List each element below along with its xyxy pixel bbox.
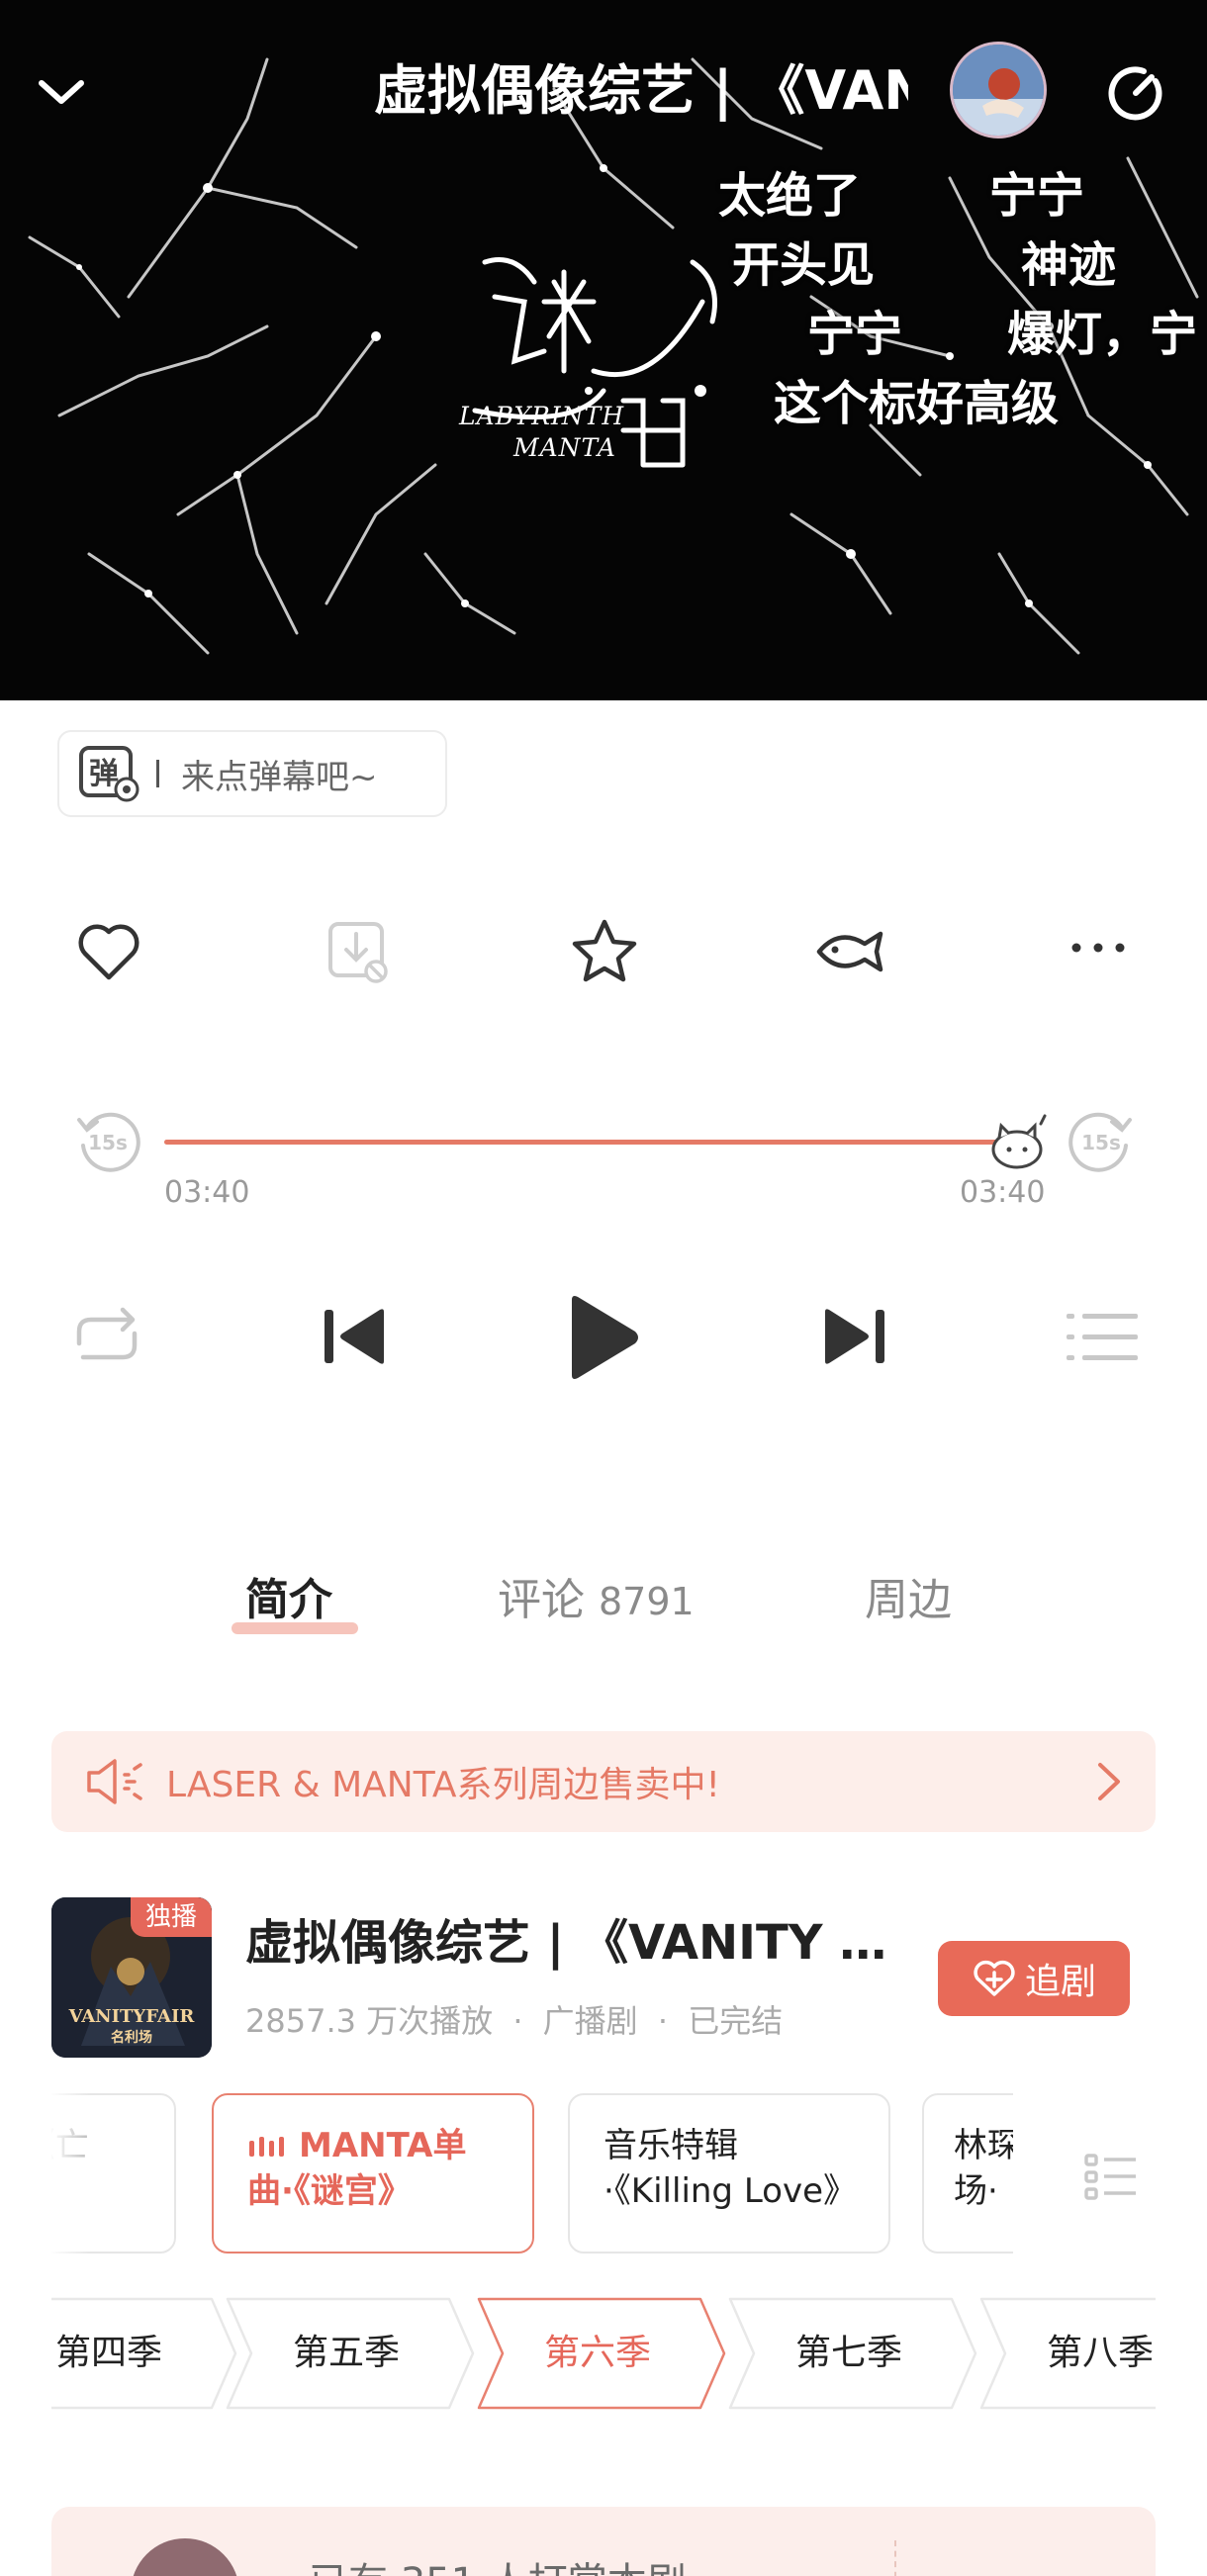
skip-back-15s-button[interactable]: 15s: [73, 1106, 142, 1175]
speaker-icon: [87, 1759, 142, 1804]
exclusive-badge: 独播: [131, 1897, 212, 1937]
drama-meta: 2857.3 万次播放 · 广播剧 · 已完结: [245, 1996, 783, 2042]
episode-list-icon[interactable]: [1084, 2153, 1138, 2202]
svg-text:弹: 弹: [89, 757, 119, 791]
supporter-avatar: [131, 2538, 239, 2576]
merch-banner[interactable]: LASER & MANTA系列周边售卖中!: [51, 1731, 1156, 1832]
tip-supporters-card[interactable]: 已有 351 人打赏本剧: [51, 2507, 1156, 2576]
season-tab[interactable]: 第八季: [979, 2297, 1156, 2410]
meta-separator: ·: [657, 2002, 669, 2040]
cursor-divider: [156, 760, 159, 787]
tab-comments[interactable]: 评论 8791: [498, 1571, 695, 1631]
video-cover[interactable]: 虚拟偶像综艺 | 《VANITY FAIR名利场》 LABYRINTH MANT…: [0, 0, 1207, 700]
drama-cover[interactable]: 独播 VANITYFAIR 名利场: [51, 1897, 212, 2058]
chevron-right-icon: [1098, 1763, 1120, 1800]
skip-back-label: 15s: [88, 1131, 128, 1154]
danmaku-bullet: 太绝了: [718, 168, 862, 224]
fast-forward-icon: 15s: [1068, 1112, 1132, 1172]
season-tab[interactable]: 第七季: [728, 2297, 981, 2410]
episode-item[interactable]: 林琛 场·: [922, 2093, 1013, 2254]
episode-label-line1: MANTA单: [247, 2123, 503, 2168]
tip-count-text: 已有 351 人打赏本剧: [309, 2550, 687, 2576]
season-tab[interactable]: 第四季: [51, 2297, 241, 2410]
danmaku-bullet: 宁宁: [989, 168, 1085, 224]
episode-label-line2: 曲·《谜宫》: [247, 2171, 412, 2211]
danmaku-bullet: 这个标好高级: [774, 376, 1060, 431]
skip-forward-15s-button[interactable]: 15s: [1067, 1106, 1136, 1175]
danmaku-bullet: 宁宁: [807, 307, 903, 362]
drama-category: 广播剧: [542, 2002, 638, 2040]
season-label: 第五季: [292, 2333, 400, 2373]
heart-icon[interactable]: [71, 914, 146, 989]
divider: [894, 2540, 896, 2576]
sleep-timer-icon[interactable]: [1104, 61, 1167, 125]
now-playing-bars-icon: [249, 2136, 284, 2157]
merch-banner-text: LASER & MANTA系列周边售卖中!: [166, 1765, 720, 1805]
tab-merch[interactable]: 周边: [865, 1571, 952, 1630]
meta-separator: ·: [512, 2002, 523, 2040]
danmaku-bullet: 开头见: [732, 237, 876, 293]
more-icon[interactable]: [1061, 914, 1136, 989]
play-icon[interactable]: [564, 1292, 643, 1383]
danmaku-bullet: 爆灯，宁: [1007, 307, 1198, 362]
progress-thumb-cat-icon[interactable]: [987, 1112, 1051, 1171]
drama-title[interactable]: 虚拟偶像综艺 | 《VANITY FAIR名利场》: [245, 1913, 898, 1973]
danmaku-placeholder: 来点弹幕吧~: [181, 757, 378, 797]
page-title: 虚拟偶像综艺 | 《VANITY FAIR名利场》: [374, 59, 908, 122]
season-label: 第七季: [794, 2333, 902, 2373]
follow-drama-button[interactable]: 追剧: [938, 1941, 1130, 2016]
follow-label: 追剧: [1024, 1962, 1096, 2002]
episode-label-line2: 场·: [954, 2171, 998, 2211]
season-tab-active[interactable]: 第六季: [477, 2297, 730, 2410]
previous-icon[interactable]: [319, 1304, 394, 1369]
tab-intro[interactable]: 简介: [245, 1571, 332, 1630]
episode-label-line1: 林琛: [954, 2126, 1013, 2165]
episode-item[interactable]: 音乐特辑 ·《Killing Love》: [568, 2093, 890, 2254]
current-time: 03:40: [164, 1175, 250, 1210]
episode-list[interactable]: ·《亡 MANTA单 曲·《谜宫》 音乐特辑 ·《Killing Love》 林…: [51, 2093, 1013, 2257]
repeat-icon[interactable]: [69, 1304, 144, 1369]
episode-title-part1: MANTA单: [299, 2126, 467, 2165]
skip-forward-label: 15s: [1081, 1131, 1121, 1154]
drama-status: 已完结: [688, 2002, 784, 2040]
playlist-icon[interactable]: [1065, 1310, 1140, 1365]
star-icon[interactable]: [567, 914, 642, 989]
download-disabled-icon[interactable]: [321, 914, 396, 989]
episode-item-active[interactable]: MANTA单 曲·《谜宫》: [212, 2093, 534, 2254]
episode-label-line1: 音乐特辑: [604, 2126, 738, 2165]
next-icon[interactable]: [815, 1304, 890, 1369]
danmaku-settings-icon[interactable]: 弹: [77, 744, 142, 803]
season-label: 第四季: [54, 2333, 162, 2373]
comment-count: 8791: [599, 1580, 695, 1623]
chevron-down-icon[interactable]: [30, 59, 93, 123]
logo-latin-line-2: MANTA: [513, 433, 616, 462]
total-time: 03:40: [960, 1175, 1046, 1210]
season-label: 第八季: [1046, 2333, 1154, 2373]
cover-title-cn: 名利场: [111, 2030, 152, 2046]
season-label: 第六季: [543, 2333, 651, 2373]
logo-latin-text: LABYRINTH MANTA: [459, 401, 624, 464]
rewind-icon: 15s: [77, 1112, 140, 1172]
danmaku-input[interactable]: 弹 来点弹幕吧~: [57, 730, 447, 817]
season-selector[interactable]: 第四季 第五季 第六季 第七季 第八季: [51, 2297, 1156, 2410]
logo-latin-line-1: LABYRINTH: [459, 402, 625, 430]
heart-plus-icon: [974, 1960, 1015, 1996]
episode-label-line2: ·《Killing Love》: [604, 2171, 858, 2211]
cover-title-text: VANITYFAIR 名利场: [51, 2006, 212, 2047]
cover-title-latin: VANITYFAIR: [68, 2006, 195, 2027]
avatar[interactable]: [950, 42, 1047, 138]
season-tab[interactable]: 第五季: [226, 2297, 479, 2410]
tab-comments-label: 评论: [498, 1575, 585, 1625]
progress-bar[interactable]: [164, 1140, 1021, 1145]
play-count: 2857.3 万次播放: [245, 2002, 494, 2040]
progress-fill: [164, 1140, 1021, 1145]
fish-icon[interactable]: [813, 914, 888, 989]
danmaku-bullet: 神迹: [1021, 237, 1117, 293]
episode-scroll-fade: [51, 2093, 91, 2257]
